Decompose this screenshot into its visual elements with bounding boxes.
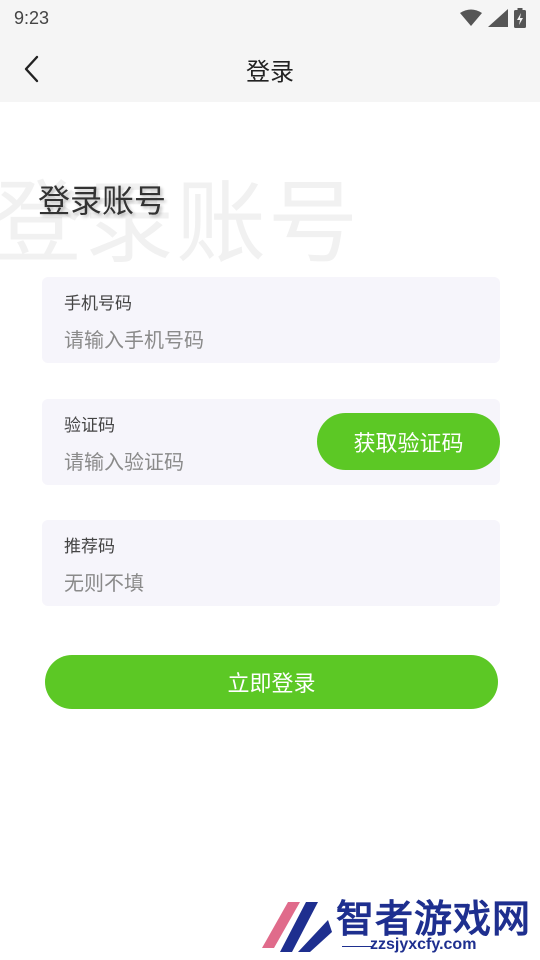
phone-label: 手机号码	[64, 294, 132, 314]
phone-field: 手机号码	[42, 277, 500, 363]
code-input[interactable]	[64, 450, 314, 474]
referral-input[interactable]	[64, 571, 314, 595]
watermark-domain: zzsjyxcfy.com	[370, 936, 477, 953]
phone-input[interactable]	[64, 328, 314, 352]
signal-icon	[488, 9, 508, 27]
watermark-divider	[342, 946, 372, 947]
status-bar: 9:23	[0, 0, 540, 36]
login-button[interactable]: 立即登录	[45, 655, 498, 709]
page-title: 登录	[246, 57, 294, 86]
chevron-left-icon	[24, 55, 39, 83]
app-bar: 登录	[0, 36, 540, 102]
watermark: 智者游戏网 zzsjyxcfy.com	[258, 888, 540, 960]
battery-charging-icon	[514, 8, 526, 28]
section-title: 登录账号	[38, 182, 167, 220]
watermark-logo	[262, 902, 332, 952]
referral-label: 推荐码	[64, 537, 115, 557]
back-button[interactable]	[14, 51, 50, 87]
watermark-name: 智者游戏网	[336, 897, 532, 941]
get-code-button[interactable]: 获取验证码	[317, 413, 500, 470]
wifi-icon	[460, 9, 482, 26]
status-time: 9:23	[14, 7, 50, 28]
referral-field: 推荐码	[42, 520, 500, 606]
status-icons	[460, 8, 526, 28]
